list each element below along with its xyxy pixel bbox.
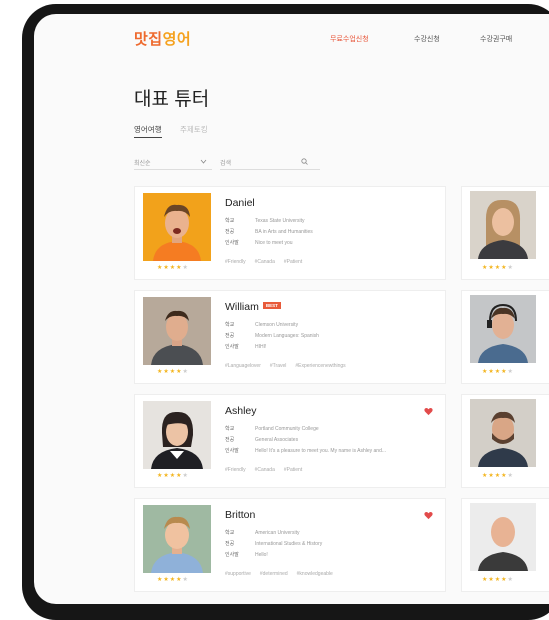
tutor-greeting: 인사말 Hello! It's a pleasure to meet you. M… bbox=[225, 448, 387, 454]
tutor-photo bbox=[143, 401, 211, 469]
tutor-major: 전공 Modern Languages: Spanish bbox=[225, 333, 319, 339]
tutor-photo bbox=[470, 503, 536, 571]
nav-enroll[interactable]: 수강신청 bbox=[414, 34, 440, 44]
tutor-photo bbox=[470, 191, 536, 259]
tutor-name[interactable]: William BEST bbox=[225, 301, 281, 313]
search-underline bbox=[220, 169, 320, 170]
tutor-major: 전공 General Associates bbox=[225, 437, 299, 443]
tutor-major: 전공 International Studies & History bbox=[225, 541, 323, 547]
tutor-school: 학교 Texas State University bbox=[225, 218, 305, 224]
tutor-tags: #Friendly #Canada #Patient bbox=[225, 259, 303, 265]
tutor-tags: #supportive #determined #knowledgeable bbox=[225, 571, 333, 577]
tutor-card-partial[interactable]: ★★★★★ bbox=[461, 498, 549, 592]
tutor-name[interactable]: Daniel bbox=[225, 197, 255, 209]
tutor-major: 전공 BA in Arts and Humanities bbox=[225, 229, 313, 235]
tutor-greeting: 인사말 HIHI! bbox=[225, 344, 267, 350]
search-input[interactable]: 검색 bbox=[220, 158, 231, 167]
rating-stars: ★★★★★ bbox=[482, 369, 514, 375]
rating-stars: ★★★★★ bbox=[157, 473, 189, 479]
tutor-name[interactable]: Britton bbox=[225, 509, 255, 521]
tutor-photo bbox=[470, 399, 536, 467]
tutor-card[interactable]: ★★★★★ Ashley 학교 Portland Community Colleg… bbox=[134, 394, 446, 488]
tutor-school: 학교 American University bbox=[225, 530, 300, 536]
tutor-photo bbox=[143, 505, 211, 573]
tutor-school: 학교 Clemson University bbox=[225, 322, 299, 328]
tutor-tags: #Languagelover #Travel #Experiencenewthing… bbox=[225, 363, 346, 369]
rating-stars: ★★★★★ bbox=[482, 577, 514, 583]
app-screen: 맛집영어 무료수업신청 수강신청 수강권구매 대표 튜터 영어여행 주제토킹 최… bbox=[34, 14, 549, 604]
tutor-card[interactable]: ★★★★★ Daniel 학교 Texas State University 전공… bbox=[134, 186, 446, 280]
tutor-greeting: 인사말 Hello! bbox=[225, 552, 268, 558]
tutor-card[interactable]: ★★★★★ William BEST 학교 Clemson University 전… bbox=[134, 290, 446, 384]
tutor-card-partial[interactable]: ★★★★★ bbox=[461, 394, 549, 488]
tab-english-travel[interactable]: 영어여행 bbox=[134, 124, 162, 138]
tutor-name[interactable]: Ashley bbox=[225, 405, 257, 417]
chevron-down-icon[interactable] bbox=[200, 159, 207, 164]
tutor-school: 학교 Portland Community College bbox=[225, 426, 319, 432]
tutor-greeting: 인사말 Nice to meet you bbox=[225, 240, 293, 246]
rating-stars: ★★★★★ bbox=[157, 265, 189, 271]
sort-select[interactable]: 최신순 bbox=[134, 158, 151, 167]
tutor-tags: #Friendly #Canada #Patient bbox=[225, 467, 303, 473]
tutor-card-partial[interactable]: ★★★★★ bbox=[461, 290, 549, 384]
sort-underline bbox=[134, 169, 212, 170]
rating-stars: ★★★★★ bbox=[157, 369, 189, 375]
nav-buy-pass[interactable]: 수강권구매 bbox=[480, 34, 512, 44]
heart-icon[interactable] bbox=[424, 407, 433, 416]
tutor-photo bbox=[143, 297, 211, 365]
best-badge: BEST bbox=[262, 301, 281, 309]
rating-stars: ★★★★★ bbox=[482, 473, 514, 479]
search-icon[interactable] bbox=[301, 158, 308, 165]
nav-free-trial[interactable]: 무료수업신청 bbox=[330, 34, 369, 44]
rating-stars: ★★★★★ bbox=[157, 577, 189, 583]
tutor-card[interactable]: ★★★★★ Britton 학교 American University 전공 In… bbox=[134, 498, 446, 592]
heart-icon[interactable] bbox=[424, 511, 433, 520]
tutor-photo bbox=[143, 193, 211, 261]
tutor-photo bbox=[470, 295, 536, 363]
page-title: 대표 튜터 bbox=[134, 89, 210, 110]
logo[interactable]: 맛집영어 bbox=[134, 28, 191, 49]
tutor-card-partial[interactable]: ★★★★★ bbox=[461, 186, 549, 280]
tab-topic-talking[interactable]: 주제토킹 bbox=[180, 124, 208, 135]
rating-stars: ★★★★★ bbox=[482, 265, 514, 271]
